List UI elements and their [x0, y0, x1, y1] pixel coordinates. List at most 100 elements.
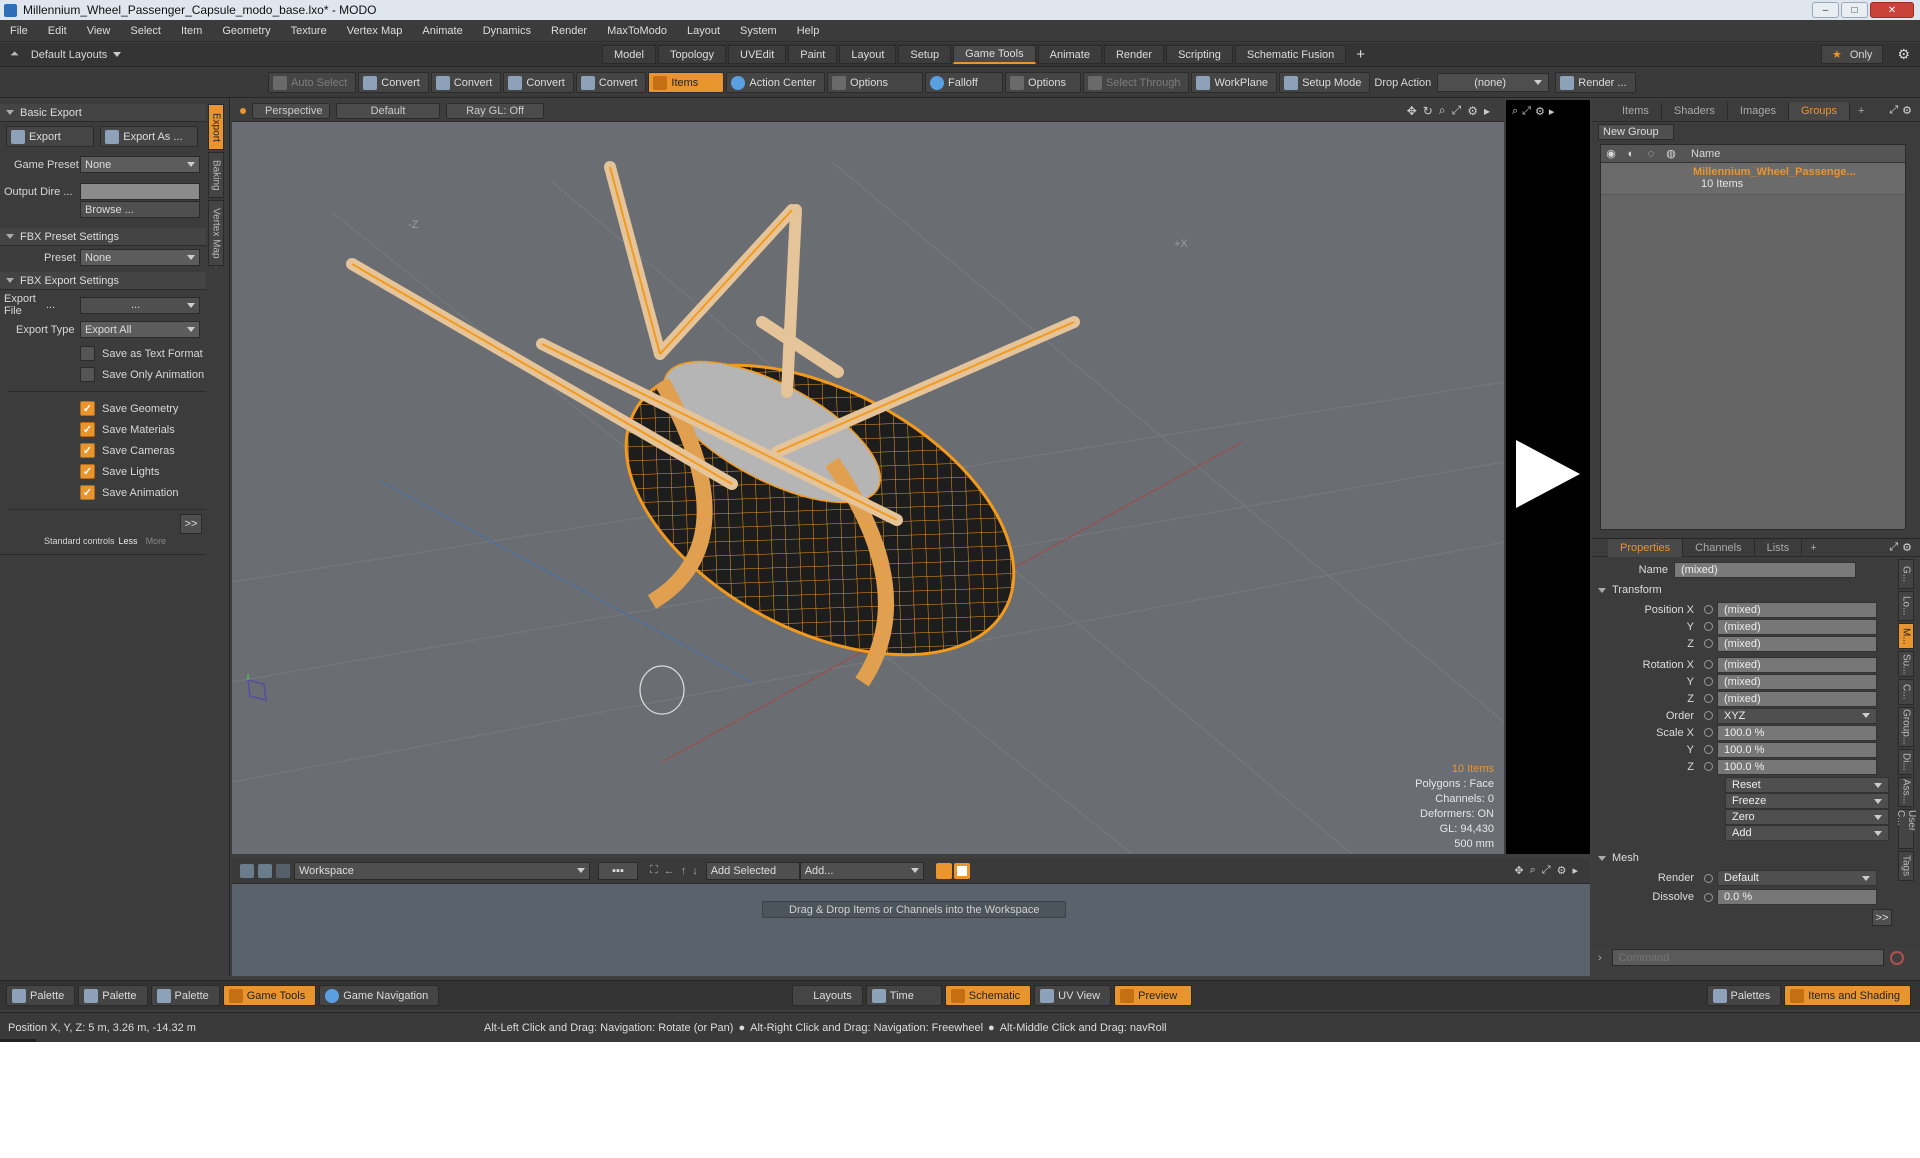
name-field[interactable]: (mixed)	[1674, 562, 1856, 578]
preview-button[interactable]: Preview	[1114, 985, 1193, 1006]
menu-file[interactable]: File	[0, 25, 38, 37]
add-tab-icon[interactable]: +	[1356, 46, 1365, 63]
side-tab-4[interactable]: Su...	[1898, 651, 1914, 677]
groups-gear-icon[interactable]: ⚙	[1902, 104, 1912, 117]
transform-header[interactable]: Transform	[1592, 581, 1892, 599]
side-tab-3[interactable]: M...	[1898, 623, 1914, 649]
side-tab-8[interactable]: Ass...	[1898, 777, 1914, 807]
time-button[interactable]: Time	[865, 985, 942, 1006]
shading-mode-button[interactable]: Default	[336, 102, 440, 119]
uv-view-button[interactable]: UV View	[1034, 985, 1112, 1006]
menu-animate[interactable]: Animate	[412, 25, 472, 37]
more-link[interactable]: More	[146, 536, 167, 546]
down-arrow-icon[interactable]: ↓	[692, 865, 698, 877]
menu-dynamics[interactable]: Dynamics	[473, 25, 541, 37]
groups-maximize-icon[interactable]: ⤢	[1889, 104, 1898, 117]
menu-edit[interactable]: Edit	[38, 25, 77, 37]
menu-view[interactable]: View	[77, 25, 121, 37]
tab-uvedit[interactable]: UVEdit	[728, 45, 787, 64]
new-group-button[interactable]: New Group	[1598, 124, 1674, 140]
menu-layout[interactable]: Layout	[677, 25, 730, 37]
raygl-button[interactable]: Ray GL: Off	[446, 102, 544, 119]
workspace-tools-icon[interactable]	[240, 863, 254, 878]
play-icon[interactable]	[1516, 440, 1580, 508]
dissolve-field[interactable]: 0.0 %	[1717, 889, 1877, 905]
convert-button-4[interactable]: Convert	[575, 72, 647, 93]
tab-properties[interactable]: Properties	[1608, 538, 1684, 557]
left-arrow-icon[interactable]: ←	[664, 865, 675, 877]
anim-dot[interactable]	[1704, 677, 1713, 686]
convert-button-2[interactable]: Convert	[430, 72, 502, 93]
save-cameras-checkbox[interactable]: Save Cameras	[80, 440, 206, 461]
view-type-button[interactable]: Perspective	[252, 102, 330, 119]
ws-move-icon[interactable]: ✥	[1514, 864, 1523, 877]
tab-game-tools[interactable]: Game Tools	[953, 45, 1036, 64]
basic-export-header[interactable]: Basic Export	[0, 104, 206, 122]
anim-dot[interactable]	[1704, 728, 1713, 737]
add-dropdown[interactable]: Add	[1725, 825, 1889, 841]
menu-maxtomodo[interactable]: MaxToModo	[597, 25, 677, 37]
tab-scripting[interactable]: Scripting	[1166, 45, 1233, 64]
tab-lists[interactable]: Lists	[1755, 538, 1803, 557]
view-gear-icon[interactable]: ⚙	[1467, 104, 1478, 118]
menu-help[interactable]: Help	[787, 25, 830, 37]
capsule-model[interactable]	[346, 161, 1080, 715]
workspace-grid-button[interactable]: ▪▪▪	[598, 861, 638, 880]
menu-item[interactable]: Item	[171, 25, 212, 37]
auto-select-button[interactable]: Auto Select	[268, 72, 357, 93]
workspace-tools-icon-2[interactable]	[258, 863, 272, 878]
add-props-tab-icon[interactable]: +	[1810, 542, 1816, 554]
falloff-options-button[interactable]: Options	[1005, 72, 1082, 93]
side-tab-5[interactable]: C...	[1898, 679, 1914, 705]
save-lights-checkbox[interactable]: Save Lights	[80, 461, 206, 482]
tab-model[interactable]: Model	[602, 45, 656, 64]
export-file-dropdown[interactable]: ...	[80, 296, 200, 314]
workspace-tools-icon-3[interactable]	[276, 863, 290, 878]
save-geometry-checkbox[interactable]: Save Geometry	[80, 398, 206, 419]
anim-dot[interactable]	[1704, 745, 1713, 754]
save-only-animation-checkbox[interactable]: Save Only Animation	[80, 364, 206, 385]
preview-gear-icon[interactable]: ⚙	[1535, 105, 1545, 118]
tab-images[interactable]: Images	[1728, 101, 1789, 120]
preset-dropdown[interactable]: None	[80, 249, 200, 266]
ws-search-icon[interactable]: ⌕	[1530, 864, 1536, 877]
tab-setup[interactable]: Setup	[898, 45, 952, 64]
convert-button-3[interactable]: Convert	[503, 72, 574, 93]
default-layouts-dropdown[interactable]: Default Layouts	[31, 49, 122, 61]
export-button[interactable]: Export	[6, 126, 95, 147]
anim-dot[interactable]	[1704, 605, 1713, 614]
save-materials-checkbox[interactable]: Save Materials	[80, 419, 206, 440]
tab-render[interactable]: Render	[1103, 45, 1165, 64]
menu-vertex-map[interactable]: Vertex Map	[337, 25, 413, 37]
convert-button-1[interactable]: Convert	[358, 72, 429, 93]
fbx-export-settings-header[interactable]: FBX Export Settings	[0, 272, 206, 290]
gear-icon[interactable]: ⚙	[1897, 46, 1910, 63]
layouts-icon[interactable]: ⏶	[10, 48, 19, 61]
anim-dot[interactable]	[1704, 660, 1713, 669]
vtab-baking[interactable]: Baking	[208, 152, 224, 198]
anim-dot[interactable]	[1704, 694, 1713, 703]
up-arrow-icon[interactable]: ↑	[681, 865, 687, 877]
scale-y-field[interactable]: 100.0 %	[1717, 741, 1877, 758]
scale-x-field[interactable]: 100.0 %	[1717, 724, 1877, 741]
palette-button-3[interactable]: Palette	[150, 985, 220, 1006]
render-dropdown[interactable]: Default	[1717, 870, 1877, 886]
tab-items[interactable]: Items	[1610, 101, 1662, 120]
side-tab-1[interactable]: G...	[1898, 559, 1914, 589]
palettes-button[interactable]: Palettes	[1706, 985, 1782, 1006]
move-view-icon[interactable]: ✥	[1407, 104, 1417, 118]
anim-dot[interactable]	[1704, 622, 1713, 631]
preview-panel[interactable]: ⌕ ⤢ ⚙ ▸	[1506, 100, 1590, 854]
side-tab-9[interactable]: User C...	[1895, 809, 1917, 849]
output-dir-field[interactable]	[80, 183, 200, 200]
add-dropdown[interactable]: Add...	[799, 861, 924, 880]
fbx-preset-settings-header[interactable]: FBX Preset Settings	[0, 228, 206, 246]
anim-dot[interactable]	[1704, 711, 1713, 720]
name-column-header[interactable]: Name	[1691, 148, 1720, 160]
save-as-text-format-checkbox[interactable]: Save as Text Format	[80, 343, 206, 364]
tab-shaders[interactable]: Shaders	[1662, 101, 1728, 120]
setup-mode-button[interactable]: Setup Mode	[1279, 72, 1371, 93]
rotation-y-field[interactable]: (mixed)	[1717, 673, 1877, 690]
export-as-button[interactable]: Export As ...	[100, 126, 198, 147]
viewport-menu-dot[interactable]	[240, 107, 246, 114]
